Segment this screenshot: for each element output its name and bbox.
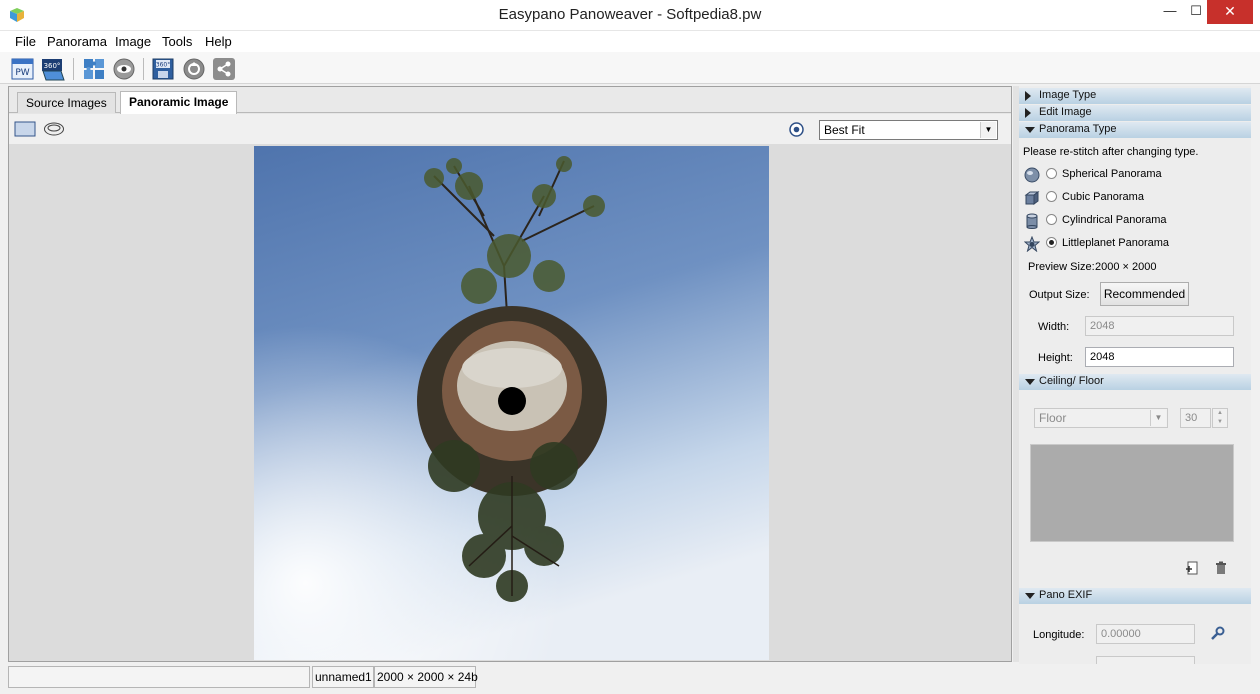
- toolbar-separator: [73, 58, 74, 80]
- sphere-view-icon[interactable]: [43, 120, 65, 138]
- sphere-icon: [1024, 167, 1040, 183]
- menu-help[interactable]: Help: [205, 34, 232, 49]
- section-edit-image[interactable]: Edit Image: [1019, 105, 1251, 121]
- collapse-arrow-icon: [1025, 379, 1035, 385]
- globe-arrow-icon: [183, 58, 205, 80]
- longitude-field[interactable]: 0.00000: [1096, 624, 1195, 644]
- preview-size-label: Preview Size:: [1028, 261, 1095, 273]
- view-toolbar: Best Fit ▼: [9, 114, 1011, 144]
- ceiling-preview-box: [1030, 444, 1234, 542]
- cube-icon: [1024, 191, 1040, 205]
- radio-cubic[interactable]: [1046, 191, 1057, 202]
- ceiling-floor-select[interactable]: Floor ▼: [1034, 408, 1168, 428]
- chevron-down-icon: ▼: [980, 122, 996, 138]
- svg-text:360°: 360°: [44, 62, 61, 70]
- section-image-type[interactable]: Image Type: [1019, 88, 1251, 104]
- longitude-label: Longitude:: [1033, 629, 1085, 641]
- status-filename: unnamed1: [312, 666, 374, 688]
- share-button[interactable]: [211, 56, 237, 82]
- 360-folder-icon: 360°: [42, 59, 65, 81]
- option-cubic[interactable]: Cubic Panorama: [1062, 191, 1144, 203]
- option-spherical[interactable]: Spherical Panorama: [1062, 168, 1162, 180]
- section-panorama-type[interactable]: Panorama Type: [1019, 122, 1251, 138]
- new-project-button[interactable]: PW: [10, 56, 36, 82]
- option-littleplanet[interactable]: Littleplanet Panorama: [1062, 237, 1169, 249]
- eye-gear-icon: [113, 58, 135, 80]
- menu-file[interactable]: File: [15, 34, 36, 49]
- ceiling-spinner[interactable]: ▲ ▼: [1212, 408, 1228, 428]
- preview-size-value: 2000 × 2000: [1095, 261, 1157, 273]
- output-size-label: Output Size:: [1029, 289, 1090, 301]
- open-360-button[interactable]: 360°: [40, 56, 66, 82]
- close-button[interactable]: ✕: [1207, 0, 1253, 24]
- properties-panel: Image Type Edit Image Panorama Type Plea…: [1019, 86, 1251, 664]
- pw-file-icon: PW: [11, 58, 34, 80]
- option-cylindrical[interactable]: Cylindrical Panorama: [1062, 214, 1167, 226]
- collapse-arrow-icon: [1025, 127, 1035, 133]
- svg-text:360°: 360°: [156, 62, 170, 69]
- status-message: [8, 666, 310, 688]
- tab-source-images[interactable]: Source Images: [17, 92, 116, 113]
- trash-icon[interactable]: [1214, 561, 1228, 575]
- stitch-button[interactable]: [81, 56, 107, 82]
- width-label: Width:: [1038, 321, 1070, 333]
- toolbar: PW 360° 360°: [0, 52, 1260, 84]
- section-label: Pano EXIF: [1039, 589, 1093, 601]
- image-canvas[interactable]: [9, 144, 1011, 661]
- section-label: Edit Image: [1039, 106, 1092, 118]
- star-planet-icon: [1024, 236, 1040, 252]
- ceiling-select-value: Floor: [1039, 411, 1067, 425]
- target-icon[interactable]: [789, 122, 804, 137]
- height-label: Height:: [1038, 352, 1073, 364]
- zoom-select-value: Best Fit: [824, 123, 865, 137]
- save-360-icon: 360°: [152, 58, 174, 80]
- expand-arrow-icon: [1025, 108, 1031, 118]
- zoom-select[interactable]: Best Fit ▼: [819, 120, 998, 140]
- share-icon: [213, 58, 235, 80]
- radio-cylindrical[interactable]: [1046, 214, 1057, 225]
- section-label: Ceiling/ Floor: [1039, 375, 1104, 387]
- expand-arrow-icon: [1025, 91, 1031, 101]
- restitch-note: Please re-stitch after changing type.: [1023, 146, 1199, 158]
- chevron-down-icon: ▼: [1150, 410, 1166, 426]
- title-bar: Easypano Panoweaver - Softpedia8.pw — ☐ …: [0, 0, 1260, 31]
- collapse-arrow-icon: [1025, 593, 1035, 599]
- publish-button[interactable]: [181, 56, 207, 82]
- radio-spherical[interactable]: [1046, 168, 1057, 179]
- section-label: Image Type: [1039, 89, 1097, 101]
- ceiling-size-field[interactable]: 30: [1180, 408, 1211, 428]
- puzzle-icon: [84, 59, 104, 79]
- height-field[interactable]: 2048: [1085, 347, 1234, 367]
- link-tool-icon[interactable]: [1209, 626, 1225, 642]
- tab-strip: Source Images Panoramic Image: [9, 87, 1011, 114]
- width-field[interactable]: 2048: [1085, 316, 1234, 336]
- status-bar: unnamed1 2000 × 2000 × 24b: [0, 664, 1260, 694]
- latitude-field[interactable]: [1096, 656, 1195, 664]
- toolbar-separator: [143, 58, 144, 80]
- little-planet-image: [254, 146, 769, 660]
- recommended-button[interactable]: Recommended: [1100, 282, 1189, 306]
- preview-button[interactable]: [111, 56, 137, 82]
- cylinder-icon: [1026, 213, 1038, 229]
- radio-littleplanet[interactable]: [1046, 237, 1057, 248]
- document-area: Source Images Panoramic Image Best Fit ▼: [8, 86, 1012, 662]
- menu-panorama[interactable]: Panorama: [47, 34, 107, 49]
- status-image-info: 2000 × 2000 × 24b: [374, 666, 478, 688]
- menu-tools[interactable]: Tools: [162, 34, 192, 49]
- tab-panoramic-image[interactable]: Panoramic Image: [120, 91, 238, 114]
- section-ceiling-floor[interactable]: Ceiling/ Floor: [1019, 374, 1251, 390]
- menu-bar: File Panorama Image Tools Help: [0, 31, 1260, 52]
- window-title: Easypano Panoweaver - Softpedia8.pw: [498, 6, 762, 23]
- flat-view-icon[interactable]: [14, 121, 36, 137]
- menu-image[interactable]: Image: [115, 34, 151, 49]
- section-label: Panorama Type: [1039, 123, 1117, 135]
- svg-text:PW: PW: [15, 68, 29, 78]
- add-file-icon[interactable]: [1185, 561, 1199, 575]
- section-pano-exif[interactable]: Pano EXIF: [1019, 588, 1251, 604]
- save-button[interactable]: 360°: [150, 56, 176, 82]
